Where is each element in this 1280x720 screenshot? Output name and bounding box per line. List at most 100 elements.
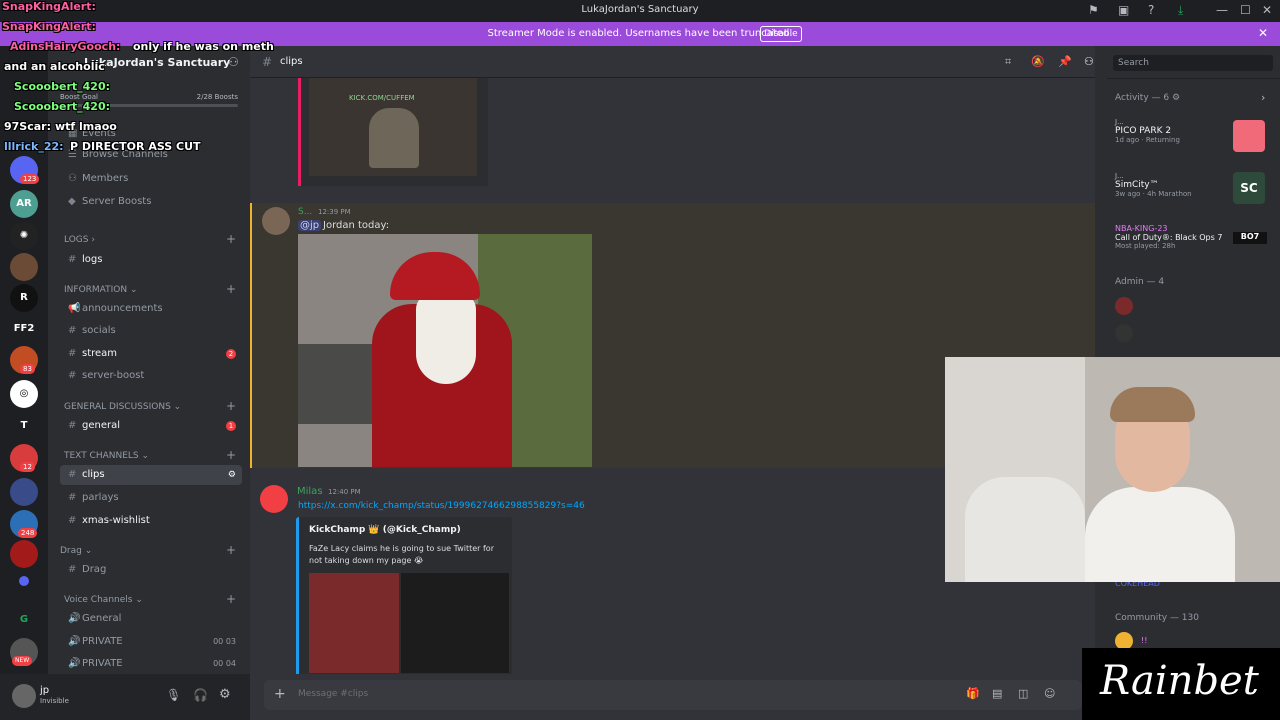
gif-icon[interactable]: ▤ <box>992 687 1002 700</box>
channel-label: announcements <box>82 303 163 314</box>
add-channel-icon[interactable]: + <box>226 232 236 246</box>
embed-image-right[interactable] <box>401 573 509 673</box>
user-name: jp <box>40 685 50 696</box>
server-icon[interactable]: G <box>10 606 38 634</box>
help-icon[interactable]: ? <box>1148 3 1154 17</box>
channel-general[interactable]: # general 1 <box>60 416 242 436</box>
gift-icon[interactable]: 🎁 <box>966 687 980 700</box>
server-icon[interactable] <box>10 253 38 281</box>
minimize-icon[interactable]: — <box>1216 3 1228 17</box>
message-author[interactable]: S... <box>298 207 312 217</box>
channel-server-boost[interactable]: # server-boost <box>60 366 242 386</box>
channel-xmas-wishlist[interactable]: # xmas-wishlist <box>60 511 242 531</box>
server-icon[interactable]: ◎ <box>10 380 38 408</box>
user-settings-icon[interactable]: ⚙ <box>219 687 231 702</box>
composer: + Message #clips 🎁 ▤ ◫ ☺ <box>250 674 1095 720</box>
add-attachment-icon[interactable]: + <box>274 686 286 702</box>
category-logs[interactable]: LOGS › <box>64 235 95 245</box>
overlay-chat-user: SnapKingAlert: <box>2 0 96 13</box>
pin-icon[interactable]: 📌 <box>1058 55 1072 68</box>
message-author[interactable]: Milas <box>297 486 323 497</box>
channel-clips[interactable]: # clips ⚙ <box>60 465 242 485</box>
avatar[interactable] <box>12 684 36 708</box>
channel-label: socials <box>82 325 116 336</box>
server-boosts-item[interactable]: ◆ Server Boosts <box>60 192 242 212</box>
maximize-icon[interactable]: ☐ <box>1240 3 1251 17</box>
channel-parlays[interactable]: # parlays <box>60 488 242 508</box>
banner-close-icon[interactable]: ✕ <box>1258 26 1268 40</box>
server-label-t[interactable]: T <box>10 412 38 440</box>
search-input[interactable]: Search <box>1113 55 1273 71</box>
voice-general[interactable]: 🔊 General <box>60 609 242 629</box>
channel-label: parlays <box>82 492 119 503</box>
headphones-icon[interactable]: 🎧 <box>193 688 208 702</box>
channel-announcements[interactable]: 📢 announcements <box>60 299 242 319</box>
category-label: INFORMATION <box>64 285 128 295</box>
activity-card[interactable]: NBA-KING-23 Call of Duty®: Black Ops 7 M… <box>1115 224 1275 250</box>
category-general[interactable]: GENERAL DISCUSSIONS ⌄ <box>64 402 181 412</box>
add-channel-icon[interactable]: + <box>226 592 236 606</box>
folder-icon[interactable] <box>19 576 29 586</box>
server-icon[interactable]: ✺ <box>10 222 38 250</box>
avatar[interactable] <box>260 485 288 513</box>
disable-button[interactable]: Disable <box>760 26 802 42</box>
channel-drag[interactable]: # Drag <box>60 560 242 580</box>
server-label-ff2[interactable]: FF2 <box>10 315 38 343</box>
user-mention[interactable]: @jp <box>298 220 322 231</box>
avatar[interactable] <box>262 207 290 235</box>
voice-private-1[interactable]: 🔊 PRIVATE 00 03 <box>60 632 242 652</box>
rainbet-logo: Rainbet <box>1082 648 1280 720</box>
overlay-chat-user: Scooobert_420: <box>14 100 110 113</box>
message-input[interactable]: Message #clips <box>298 689 368 699</box>
message-input-box[interactable]: + Message #clips 🎁 ▤ ◫ ☺ <box>264 680 1082 710</box>
user-panel: jp Invisible 🎙 🎧 ⚙ <box>0 674 250 720</box>
voice-private-2[interactable]: 🔊 PRIVATE 00 04 <box>60 654 242 674</box>
overlay-icon[interactable]: ▣ <box>1118 3 1129 17</box>
channel-label: Drag <box>82 564 107 575</box>
members-item[interactable]: ⚇ Members <box>60 169 242 189</box>
channel-socials[interactable]: # socials <box>60 321 242 341</box>
download-icon[interactable]: ⤓ <box>1178 3 1183 18</box>
server-icon[interactable]: R <box>10 284 38 312</box>
activity-card[interactable]: J... PICO PARK 2 1d ago · Returning <box>1115 118 1275 152</box>
close-icon[interactable]: ✕ <box>1262 3 1272 17</box>
channel-stream[interactable]: # stream 2 <box>60 344 242 364</box>
add-channel-icon[interactable]: + <box>226 448 236 462</box>
add-channel-icon[interactable]: + <box>226 282 236 296</box>
category-label: TEXT CHANNELS <box>64 451 139 461</box>
threads-icon[interactable]: ⌗ <box>1005 55 1011 69</box>
overlay-chat-user: SnapKingAlert: <box>2 20 96 33</box>
member-list-icon[interactable]: ⚇ <box>1084 55 1094 68</box>
santa-beard <box>416 294 476 384</box>
server-icon[interactable] <box>10 540 38 568</box>
avatar[interactable] <box>1115 297 1133 315</box>
chevron-right-icon[interactable]: › <box>1261 91 1265 104</box>
server-icon[interactable]: AR <box>10 190 38 218</box>
category-information[interactable]: INFORMATION ⌄ <box>64 285 138 295</box>
activity-header[interactable]: Activity — 6 ⚙ <box>1115 93 1275 103</box>
message-link[interactable]: https://x.com/kick_champ/status/19996274… <box>298 501 585 511</box>
mic-icon[interactable]: 🎙 <box>166 688 181 702</box>
channel-logs[interactable]: # logs <box>60 250 242 270</box>
santa-hat <box>390 252 480 300</box>
santa-image[interactable] <box>298 234 592 467</box>
video-embed: KICK.COM/CUFFEM <box>298 78 488 186</box>
inbox-icon[interactable]: ⚑ <box>1088 3 1099 17</box>
server-icon[interactable] <box>10 478 38 506</box>
embed-image-left[interactable] <box>309 573 399 673</box>
settings-icon[interactable]: ⚙ <box>228 465 236 485</box>
category-text-channels[interactable]: TEXT CHANNELS ⌄ <box>64 451 149 461</box>
streamer-shirt <box>1085 487 1235 582</box>
add-channel-icon[interactable]: + <box>226 399 236 413</box>
avatar[interactable] <box>1115 324 1133 342</box>
notification-icon[interactable]: 🔕 <box>1031 55 1045 68</box>
emoji-icon[interactable]: ☺ <box>1044 687 1055 700</box>
sticker-icon[interactable]: ◫ <box>1018 687 1028 700</box>
add-channel-icon[interactable]: + <box>226 543 236 557</box>
category-voice[interactable]: Voice Channels ⌄ <box>64 595 143 605</box>
embed-author[interactable]: KickChamp 👑 (@Kick_Champ) <box>309 525 461 535</box>
category-drag[interactable]: Drag ⌄ <box>60 546 92 556</box>
activity-card[interactable]: J... SimCity™ 3w ago · 4h Marathon SC <box>1115 172 1275 204</box>
member-name[interactable]: !! <box>1141 636 1147 645</box>
embed-thumbnail[interactable]: KICK.COM/CUFFEM <box>309 78 477 176</box>
